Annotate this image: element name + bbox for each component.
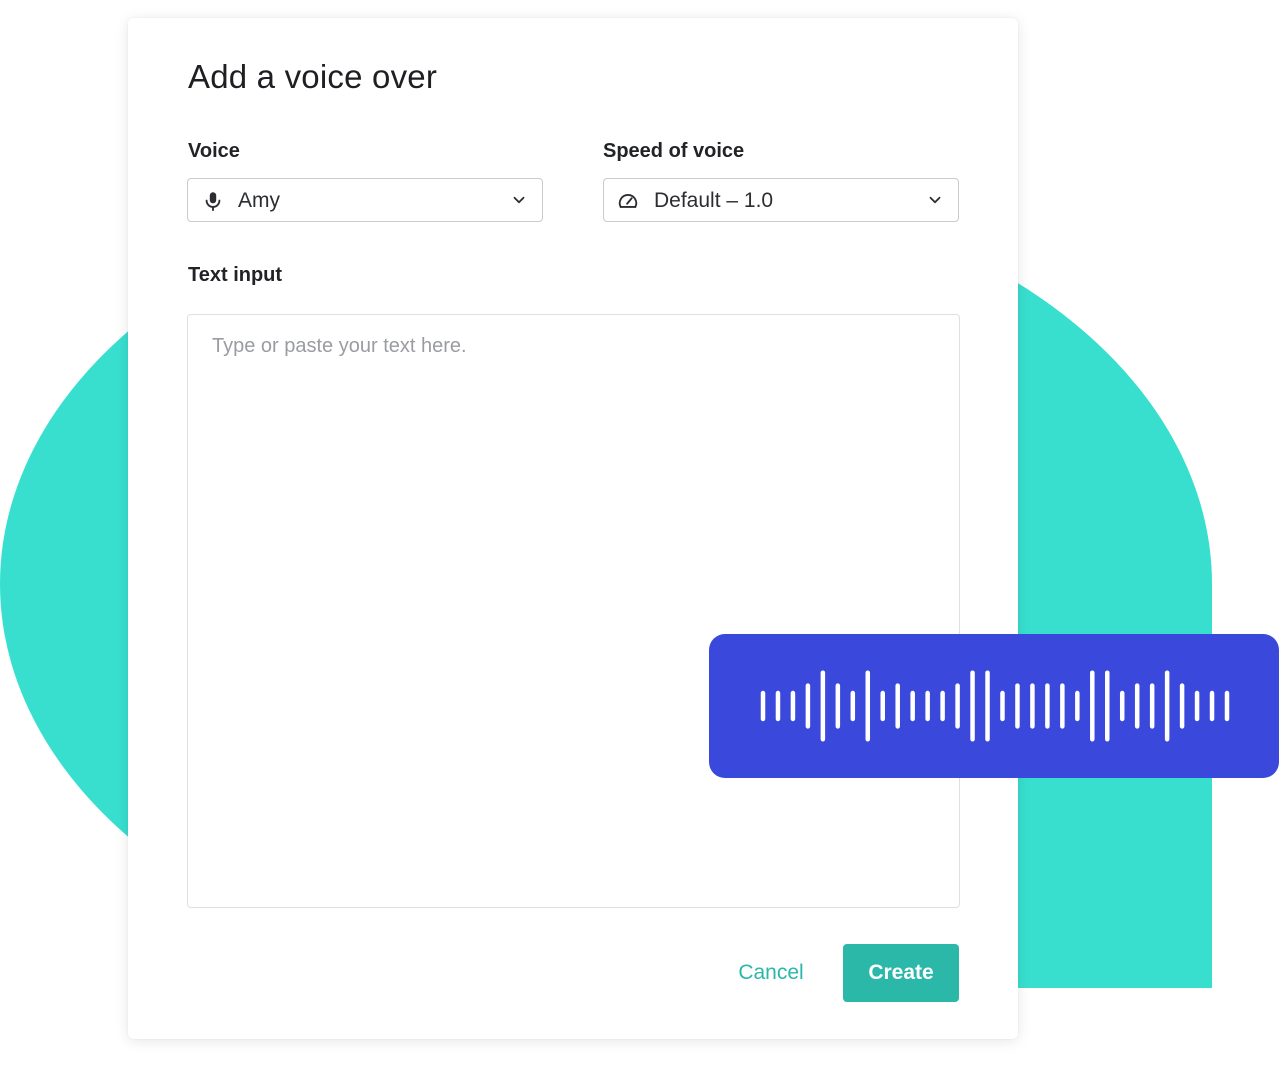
voice-label: Voice xyxy=(188,140,240,162)
speed-select[interactable]: Default – 1.0 xyxy=(603,178,959,222)
chevron-down-icon xyxy=(513,196,525,204)
text-input-field[interactable] xyxy=(187,314,960,908)
microphone-icon xyxy=(205,192,221,212)
audio-waveform-icon xyxy=(760,670,1230,742)
speed-label: Speed of voice xyxy=(603,140,745,162)
voice-select-value: Amy xyxy=(238,189,280,212)
speed-select-value: Default – 1.0 xyxy=(654,189,774,212)
waveform-card xyxy=(709,634,1279,778)
chevron-down-icon xyxy=(929,196,941,204)
cancel-button[interactable]: Cancel xyxy=(716,944,826,1002)
dialog-title: Add a voice over xyxy=(188,58,438,95)
voice-select[interactable]: Amy xyxy=(187,178,543,222)
speedometer-icon xyxy=(618,194,638,208)
create-button[interactable]: Create xyxy=(843,944,959,1002)
voice-over-dialog: Add a voice over Voice Amy Speed of voic… xyxy=(128,18,1018,1039)
text-input-label: Text input xyxy=(188,264,283,286)
stage: Add a voice over Voice Amy Speed of voic… xyxy=(0,0,1280,1071)
